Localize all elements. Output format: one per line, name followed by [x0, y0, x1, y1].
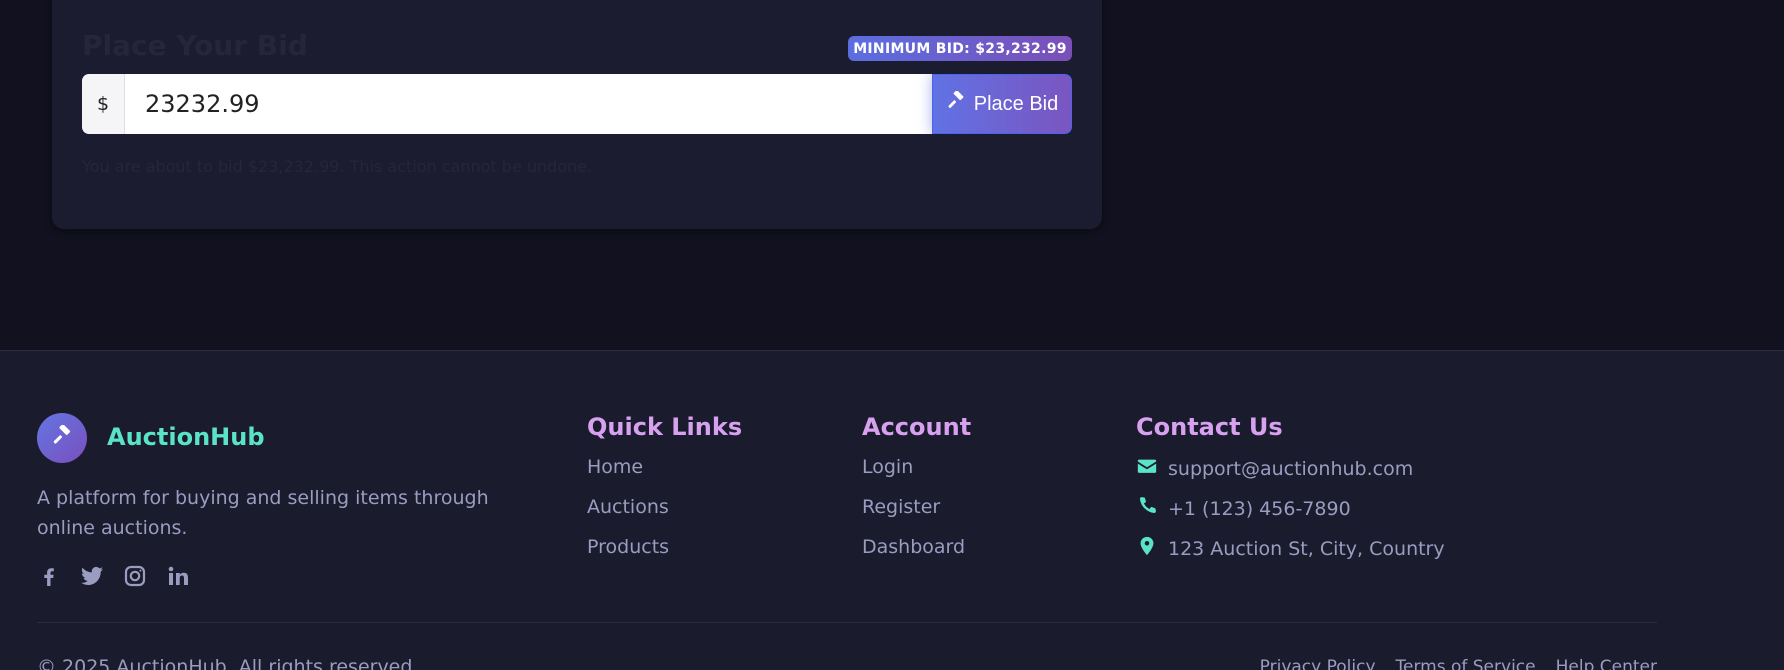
footer-link-dashboard[interactable]: Dashboard	[862, 536, 965, 558]
phone-icon	[1136, 495, 1158, 522]
footer-link-login[interactable]: Login	[862, 456, 913, 478]
footer-divider	[37, 622, 1657, 623]
contact-title: Contact Us	[1136, 413, 1283, 441]
contact-email: support@auctionhub.com	[1168, 457, 1414, 480]
site-footer: AuctionHub A platform for buying and sel…	[0, 350, 1784, 670]
help-center-link[interactable]: Help Center	[1556, 657, 1657, 670]
account-title: Account	[862, 413, 972, 441]
contact-email-row[interactable]: support@auctionhub.com	[1136, 455, 1413, 482]
footer-link-home[interactable]: Home	[587, 456, 643, 478]
legal-links: Privacy Policy Terms of Service Help Cen…	[1260, 657, 1657, 670]
gavel-icon	[51, 424, 73, 451]
contact-phone-row[interactable]: +1 (123) 456-7890	[1136, 495, 1351, 522]
privacy-policy-link[interactable]: Privacy Policy	[1260, 657, 1376, 670]
bid-input-group: $ Place Bid	[82, 74, 1072, 134]
brand-name[interactable]: AuctionHub	[107, 423, 265, 451]
contact-address-row: 123 Auction St, City, Country	[1136, 535, 1445, 562]
gavel-icon	[946, 90, 966, 117]
linkedin-icon[interactable]	[166, 563, 190, 589]
quick-links-title: Quick Links	[587, 413, 743, 441]
bid-title: Place Your Bid	[82, 29, 308, 62]
footer-link-products[interactable]: Products	[587, 536, 669, 558]
page: Place Your Bid MINIMUM BID: $23,232.99 $…	[0, 0, 1784, 670]
copyright-text: © 2025 AuctionHub. All rights reserved.	[37, 656, 419, 670]
bid-amount-input[interactable]	[125, 74, 932, 134]
brand-logo[interactable]	[37, 413, 87, 463]
contact-phone: +1 (123) 456-7890	[1168, 497, 1351, 520]
brand-description: A platform for buying and selling items …	[37, 487, 489, 539]
map-pin-icon	[1136, 535, 1158, 562]
currency-addon: $	[82, 74, 125, 134]
minimum-bid-badge: MINIMUM BID: $23,232.99	[848, 36, 1072, 61]
social-links	[37, 563, 190, 589]
envelope-icon	[1136, 455, 1158, 482]
bid-warning-note: You are about to bid $23,232.99. This ac…	[82, 157, 593, 176]
terms-of-service-link[interactable]: Terms of Service	[1396, 657, 1536, 670]
footer-link-register[interactable]: Register	[862, 496, 940, 518]
facebook-icon[interactable]	[37, 563, 61, 589]
footer-link-auctions[interactable]: Auctions	[587, 496, 669, 518]
twitter-icon[interactable]	[80, 563, 104, 589]
instagram-icon[interactable]	[123, 563, 147, 589]
contact-address: 123 Auction St, City, Country	[1168, 537, 1445, 560]
place-bid-label: Place Bid	[973, 92, 1059, 115]
place-bid-button[interactable]: Place Bid	[932, 74, 1072, 134]
